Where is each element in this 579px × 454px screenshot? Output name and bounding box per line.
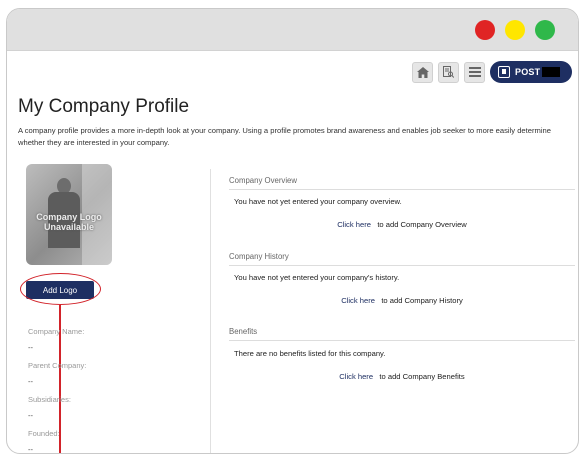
post-job-button[interactable]: POST: [490, 61, 572, 83]
browser-window: POST My Company Profile A company profil…: [6, 8, 579, 454]
company-overview-header: Company Overview: [229, 176, 575, 190]
add-company-overview-suffix: to add Company Overview: [377, 220, 467, 229]
search-document-button[interactable]: [438, 61, 459, 83]
close-window-button[interactable]: [475, 20, 495, 40]
minimize-window-button[interactable]: [505, 20, 525, 40]
company-history-text: You have not yet entered your company's …: [234, 273, 400, 282]
add-company-overview-link[interactable]: Click here: [337, 220, 371, 229]
company-history-header: Company History: [229, 252, 575, 266]
company-sidebar: Company Logo Unavailable Add Logo Compan…: [18, 164, 211, 454]
company-overview-text: You have not yet entered your company ov…: [234, 197, 402, 206]
logo-unavailable-text: Company Logo Unavailable: [36, 212, 102, 232]
search-document-icon: [443, 66, 454, 78]
founded-value: --: [28, 445, 33, 454]
add-company-benefits-suffix: to add Company Benefits: [379, 372, 465, 381]
list-button[interactable]: [464, 61, 485, 83]
post-job-label: POST: [515, 67, 541, 77]
top-toolbar: POST: [412, 61, 572, 83]
add-company-history-link[interactable]: Click here: [341, 296, 375, 305]
add-company-benefits-link[interactable]: Click here: [339, 372, 373, 381]
add-company-history-suffix: to add Company History: [381, 296, 463, 305]
benefits-action: Click here to add Company Benefits: [229, 372, 575, 381]
subsidiaries-label: Subsidiaries:: [28, 395, 71, 404]
company-history-action: Click here to add Company History: [229, 296, 575, 305]
founded-label: Founded:: [28, 429, 60, 438]
subsidiaries-value: --: [28, 411, 33, 420]
company-overview-action: Click here to add Company Overview: [229, 220, 575, 229]
home-button[interactable]: [412, 61, 433, 83]
company-name-value: --: [28, 343, 33, 352]
redacted-text: [542, 67, 560, 77]
list-icon: [468, 67, 481, 77]
maximize-window-button[interactable]: [535, 20, 555, 40]
benefits-text: There are no benefits listed for this co…: [234, 349, 386, 358]
window-titlebar: [7, 9, 578, 51]
company-name-label: Company Name:: [28, 327, 85, 336]
post-job-icon: [498, 66, 510, 78]
benefits-header: Benefits: [229, 327, 575, 341]
company-logo-placeholder: Company Logo Unavailable: [26, 164, 112, 265]
parent-company-value: --: [28, 377, 33, 386]
parent-company-label: Parent Company:: [28, 361, 87, 370]
page-title: My Company Profile: [18, 96, 190, 117]
highlight-annotation: [20, 273, 101, 305]
page-description: A company profile provides a more in-dep…: [18, 126, 551, 147]
home-icon: [416, 66, 429, 78]
